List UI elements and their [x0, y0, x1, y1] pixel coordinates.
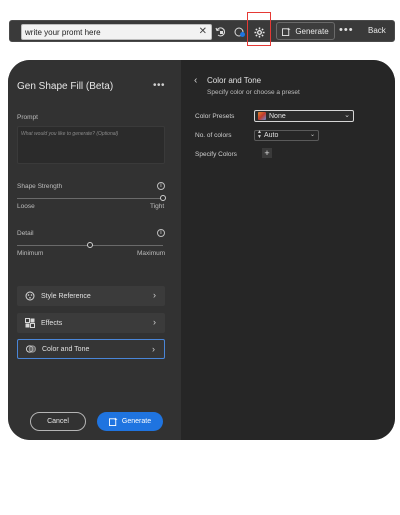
number-of-colors-value: Auto — [264, 132, 279, 139]
chevron-right-icon: › — [153, 290, 156, 300]
settings-column: Gen Shape Fill (Beta) ••• Prompt Shape S… — [8, 60, 181, 440]
detail-min-label: Minimum — [17, 250, 44, 257]
color-and-tone-button[interactable]: Color and Tone › — [17, 339, 165, 359]
detail-thumb[interactable] — [87, 242, 93, 248]
color-and-tone-column: ‹ Color and Tone Specify color or choose… — [181, 60, 395, 440]
color-and-tone-label: Color and Tone — [42, 345, 90, 353]
panel-title: Gen Shape Fill (Beta) — [17, 81, 114, 92]
prompt-search-field[interactable]: ✕ — [21, 24, 212, 40]
shape-strength-label: Shape Strength — [17, 183, 63, 190]
effects-button[interactable]: Effects › — [17, 313, 165, 333]
cancel-button[interactable]: Cancel — [30, 412, 86, 431]
style-reference-icon — [25, 291, 35, 301]
generate-icon — [108, 417, 118, 426]
toolbar-generate-button[interactable]: Generate — [276, 22, 335, 40]
more-options-icon[interactable]: ••• — [339, 24, 354, 36]
chevron-down-icon: ⌄ — [344, 112, 350, 119]
chevron-right-icon: › — [152, 344, 155, 354]
prompt-label: Prompt — [17, 114, 38, 121]
back-button[interactable]: Back — [368, 26, 386, 35]
color-tone-icon — [26, 344, 36, 354]
shape-strength-max-label: Tight — [150, 203, 165, 210]
info-icon[interactable]: i — [157, 229, 165, 237]
shape-strength-track[interactable] — [17, 198, 163, 199]
color-presets-dropdown[interactable]: None ⌄ — [254, 110, 354, 122]
shape-strength-min-label: Loose — [17, 203, 35, 210]
detail-label: Detail — [17, 230, 34, 237]
refresh-settings-icon[interactable] — [213, 24, 229, 40]
toolbar-generate-label: Generate — [295, 26, 329, 36]
info-icon[interactable]: i — [157, 182, 165, 190]
top-toolbar: ✕ — [9, 20, 395, 42]
cancel-label: Cancel — [47, 418, 69, 425]
selection-highlight — [247, 12, 271, 46]
color-and-tone-subtitle: Specify color or choose a preset — [207, 89, 300, 96]
shape-preview-icon[interactable] — [232, 24, 248, 40]
style-reference-button[interactable]: Style Reference › — [17, 286, 165, 306]
style-reference-label: Style Reference — [41, 292, 91, 300]
chevron-left-icon[interactable]: ‹ — [194, 75, 197, 86]
color-presets-value: None — [269, 112, 286, 120]
gen-shape-fill-panel: Gen Shape Fill (Beta) ••• Prompt Shape S… — [8, 60, 395, 440]
preset-swatch-icon — [258, 112, 266, 120]
generate-label: Generate — [121, 418, 152, 425]
prompt-textarea[interactable] — [17, 126, 165, 164]
effects-icon — [25, 318, 35, 328]
generate-icon — [282, 26, 291, 36]
specify-colors-label: Specify Colors — [195, 151, 237, 158]
color-and-tone-title: Color and Tone — [207, 76, 262, 85]
number-of-colors-label: No. of colors — [195, 132, 232, 139]
number-of-colors-dropdown[interactable]: ▲ ▼ Auto ⌄ — [254, 130, 319, 141]
add-color-button[interactable]: + — [262, 148, 272, 158]
effects-label: Effects — [41, 319, 63, 327]
shape-strength-thumb[interactable] — [160, 195, 166, 201]
panel-more-icon[interactable]: ••• — [153, 80, 165, 91]
chevron-right-icon: › — [153, 317, 156, 327]
chevron-down-icon: ⌄ — [309, 132, 315, 138]
color-presets-label: Color Presets — [195, 113, 235, 120]
stepper-icon: ▲ ▼ — [257, 129, 262, 140]
clear-icon[interactable]: ✕ — [199, 25, 207, 39]
generate-button[interactable]: Generate — [97, 412, 163, 431]
prompt-input[interactable] — [25, 26, 195, 39]
detail-max-label: Maximum — [137, 250, 166, 257]
